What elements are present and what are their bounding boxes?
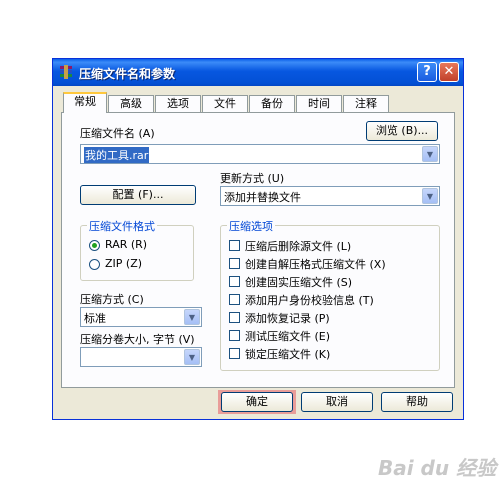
delete-source-checkbox[interactable]	[229, 240, 240, 251]
archive-name-label: 压缩文件名 (A)	[80, 127, 155, 140]
sfx-checkbox[interactable]	[229, 258, 240, 269]
rar-radio[interactable]	[89, 240, 100, 251]
recovery-record-label[interactable]: 添加恢复记录 (P)	[245, 310, 330, 326]
solid-label[interactable]: 创建固实压缩文件 (S)	[245, 274, 352, 290]
test-archive-checkbox[interactable]	[229, 330, 240, 341]
method-value: 标准	[84, 312, 106, 325]
update-mode-label: 更新方式 (U)	[220, 172, 285, 185]
method-select[interactable]: 标准 ▼	[80, 307, 202, 327]
recovery-record-checkbox[interactable]	[229, 312, 240, 323]
window-title: 压缩文件名和参数	[79, 67, 176, 81]
tab-comment[interactable]: 注释	[343, 95, 389, 112]
help-button[interactable]: 帮助	[381, 392, 453, 412]
zip-radio[interactable]	[89, 259, 100, 270]
rar-label[interactable]: RAR (R)	[105, 238, 147, 251]
close-button[interactable]: ✕	[439, 62, 459, 82]
zip-label[interactable]: ZIP (Z)	[105, 257, 142, 270]
split-size-input[interactable]: ▼	[80, 347, 202, 367]
profile-button[interactable]: 配置 (F)...	[80, 185, 196, 205]
update-mode-value: 添加并替换文件	[224, 191, 301, 204]
dialog-window: 压缩文件名和参数 ? ✕ 常规 高级 选项 文件 备份 时间 注释 压缩文件名 …	[52, 58, 464, 420]
tab-options[interactable]: 选项	[155, 95, 201, 112]
delete-source-label[interactable]: 压缩后删除源文件 (L)	[245, 238, 351, 254]
format-group: 压缩文件格式 RAR (R) ZIP (Z)	[80, 218, 194, 281]
options-group: 压缩选项 压缩后删除源文件 (L) 创建自解压格式压缩文件 (X) 创建固实压缩…	[220, 218, 440, 371]
sfx-label[interactable]: 创建自解压格式压缩文件 (X)	[245, 256, 386, 272]
chevron-down-icon[interactable]: ▼	[422, 188, 438, 204]
tab-advanced[interactable]: 高级	[108, 95, 154, 112]
lock-archive-label[interactable]: 锁定压缩文件 (K)	[245, 346, 330, 362]
tab-files[interactable]: 文件	[202, 95, 248, 112]
cancel-button[interactable]: 取消	[301, 392, 373, 412]
title-bar[interactable]: 压缩文件名和参数 ? ✕	[53, 59, 463, 86]
watermark: Bai du 经验	[378, 456, 497, 480]
tab-backup[interactable]: 备份	[249, 95, 295, 112]
tab-general[interactable]: 常规	[63, 92, 107, 113]
options-group-title: 压缩选项	[227, 218, 275, 234]
auth-info-checkbox[interactable]	[229, 294, 240, 305]
split-label: 压缩分卷大小, 字节 (V)	[80, 333, 195, 346]
format-group-title: 压缩文件格式	[87, 218, 157, 234]
winrar-icon	[60, 65, 72, 79]
chevron-down-icon[interactable]: ▼	[184, 309, 200, 325]
archive-name-input[interactable]: 我的工具.rar ▼	[80, 144, 440, 164]
chevron-down-icon[interactable]: ▼	[184, 349, 200, 365]
tab-panel-general: 压缩文件名 (A) 浏览 (B)... 我的工具.rar ▼ 更新方式 (U) …	[61, 112, 455, 388]
ok-button[interactable]: 确定	[221, 392, 293, 412]
tab-time[interactable]: 时间	[296, 95, 342, 112]
chevron-down-icon[interactable]: ▼	[422, 146, 438, 162]
archive-name-value: 我的工具.rar	[84, 147, 150, 163]
lock-archive-checkbox[interactable]	[229, 348, 240, 359]
method-label: 压缩方式 (C)	[80, 293, 144, 306]
browse-button[interactable]: 浏览 (B)...	[366, 121, 438, 141]
test-archive-label[interactable]: 测试压缩文件 (E)	[245, 328, 330, 344]
update-mode-select[interactable]: 添加并替换文件 ▼	[220, 186, 440, 206]
solid-checkbox[interactable]	[229, 276, 240, 287]
auth-info-label[interactable]: 添加用户身份校验信息 (T)	[245, 292, 374, 308]
help-title-button[interactable]: ?	[417, 62, 437, 82]
